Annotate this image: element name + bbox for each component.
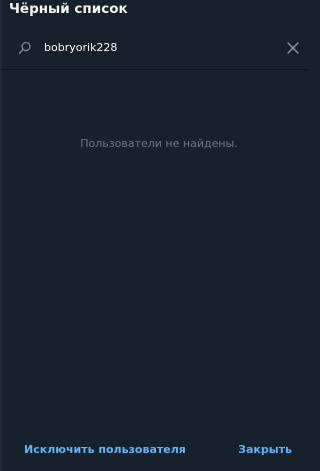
- close-icon[interactable]: [286, 40, 300, 54]
- dialog-edge: [0, 0, 2, 471]
- search-bar: [0, 33, 308, 61]
- exclude-user-button[interactable]: Исключить пользователя: [24, 441, 186, 459]
- empty-state-message: Пользователи не найдены.: [80, 137, 238, 150]
- search-divider: [0, 69, 308, 70]
- search-icon: [18, 40, 32, 54]
- dialog-title: Чёрный список: [9, 1, 128, 17]
- blacklist-dialog: Чёрный список Пользователи не найдены. И…: [0, 0, 308, 471]
- search-input[interactable]: [44, 37, 274, 57]
- close-button[interactable]: Закрыть: [238, 441, 292, 459]
